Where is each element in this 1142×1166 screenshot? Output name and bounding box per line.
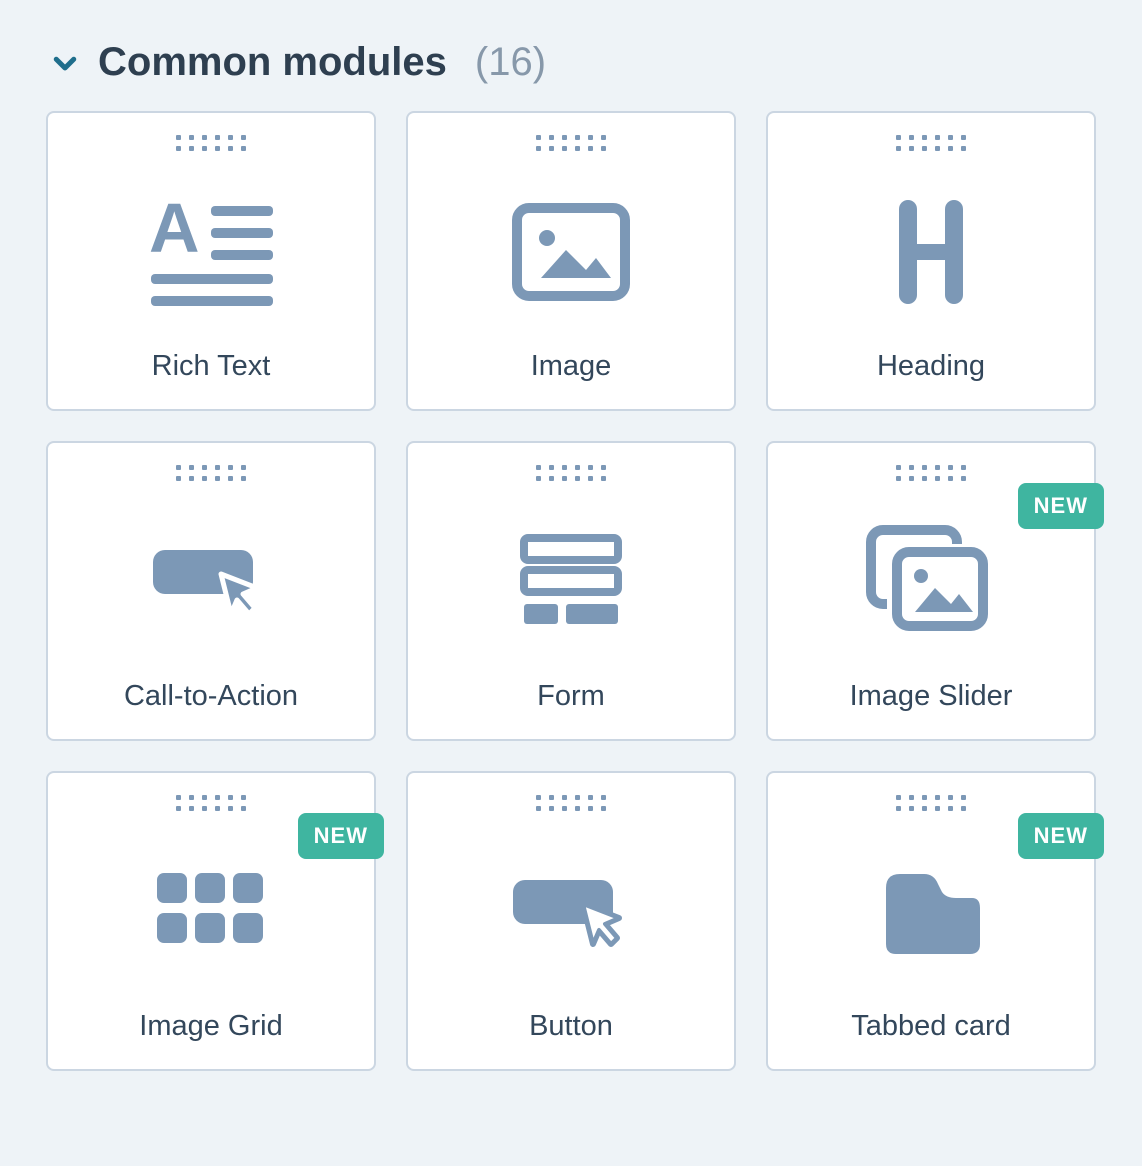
drag-handle-icon[interactable] [896,135,966,151]
module-label: Image Slider [850,680,1013,713]
module-label: Rich Text [152,350,271,383]
heading-icon [784,161,1078,342]
drag-handle-icon[interactable] [536,795,606,811]
drag-handle-icon[interactable] [896,465,966,481]
module-label: Image [531,350,612,383]
module-label: Call-to-Action [124,680,298,713]
drag-handle-icon[interactable] [176,465,246,481]
module-card-image-slider[interactable]: NEW Image Slider [766,441,1096,741]
section-title: Common modules [98,40,447,85]
module-label: Image Grid [139,1010,282,1043]
drag-handle-icon[interactable] [176,135,246,151]
module-card-image[interactable]: Image [406,111,736,411]
module-card-button[interactable]: Button [406,771,736,1071]
new-badge: NEW [298,813,384,859]
module-card-form[interactable]: Form [406,441,736,741]
module-label: Heading [877,350,985,383]
module-label: Tabbed card [851,1010,1011,1043]
module-grid: A Rich Text Image [40,111,1102,1071]
new-badge: NEW [1018,483,1104,529]
module-card-cta[interactable]: Call-to-Action [46,441,376,741]
button-icon [424,821,718,1002]
drag-handle-icon[interactable] [536,465,606,481]
section-count: (16) [475,40,546,85]
chevron-down-icon [50,48,80,78]
drag-handle-icon[interactable] [896,795,966,811]
module-card-image-grid[interactable]: NEW Image Grid [46,771,376,1071]
module-label: Form [537,680,605,713]
svg-text:A: A [149,192,200,267]
section-header[interactable]: Common modules (16) [40,30,1102,111]
form-icon [424,491,718,672]
new-badge: NEW [1018,813,1104,859]
image-icon [424,161,718,342]
module-label: Button [529,1010,613,1043]
cta-icon [64,491,358,672]
drag-handle-icon[interactable] [176,795,246,811]
module-card-tabbed-card[interactable]: NEW Tabbed card [766,771,1096,1071]
drag-handle-icon[interactable] [536,135,606,151]
module-card-heading[interactable]: Heading [766,111,1096,411]
rich-text-icon: A [64,161,358,342]
module-card-rich-text[interactable]: A Rich Text [46,111,376,411]
